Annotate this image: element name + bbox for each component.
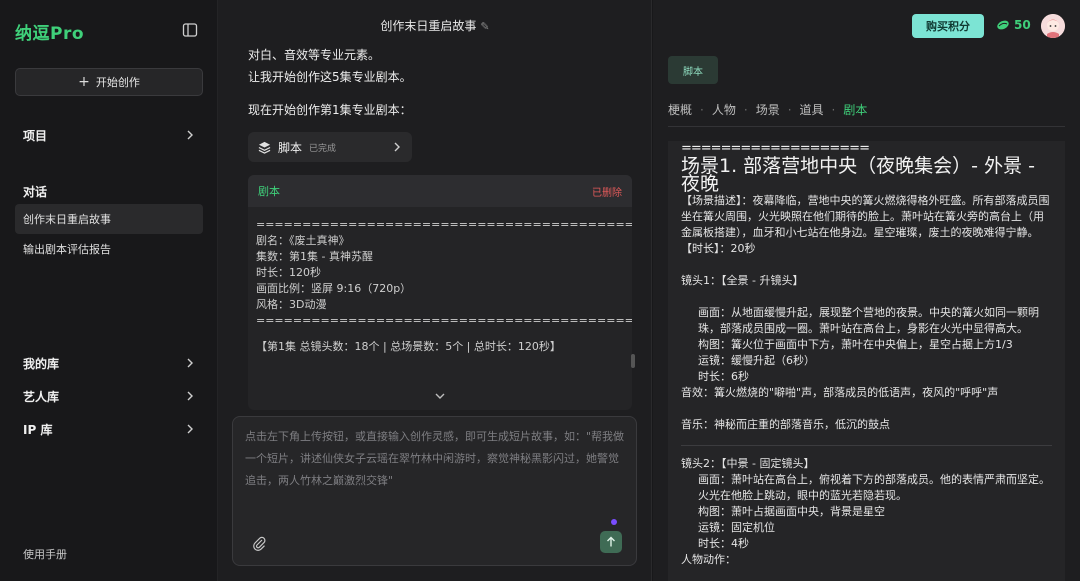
prompt-composer [232, 416, 637, 566]
shot-composition: 构图：萧叶占据画面中央，背景是星空 [698, 505, 885, 518]
conversation-title-text: 创作末日重启故事 [380, 19, 477, 33]
scene-duration: 【时长】：20秒 [681, 242, 756, 255]
shot-divider [681, 445, 1052, 446]
conversations-heading: 对话 [23, 185, 48, 199]
shot-camera-move: 运镜：固定机位 [698, 521, 775, 534]
scene-heading: 场景1. 部落营地中央（夜晚集会）- 外景 - 夜晚 [681, 155, 1035, 195]
script-tabs: 梗概 · 人物 · 场景 · 道具 · 剧本 [668, 101, 867, 118]
chat-panel: 创作末日重启故事 ✎ 对白、音效等专业元素。 让我开始创作这5集专业剧本。 现在开… [218, 0, 652, 581]
tab-separator: · [700, 102, 704, 117]
avatar-image [1041, 14, 1065, 38]
tab-separator: · [787, 102, 792, 117]
nav-artist-library-label: 艺人库 [23, 389, 60, 404]
avatar[interactable] [1041, 14, 1065, 38]
script-card-body: ========================================… [248, 207, 632, 355]
nav-projects-label: 项目 [23, 128, 48, 143]
script-card: 剧本 已删除 =================================… [248, 175, 632, 410]
script-line: 集数：第1集 - 真神苏醒 [256, 250, 373, 263]
nav-artist-library[interactable]: 艺人库 [15, 383, 203, 409]
plus-icon: + [78, 74, 90, 90]
shot-duration: 时长：6秒 [698, 370, 749, 383]
scene-description: 【场景描述】：夜幕降临，营地中央的篝火燃烧得格外旺盛。所有部落成员围坐在篝火周围… [681, 194, 1050, 239]
script-chip-label: 脚本 [278, 140, 303, 155]
nav-projects[interactable]: 项目 [15, 122, 203, 148]
nav-ip-library-label: IP 库 [23, 422, 53, 437]
shot-sound: 音效：篝火燃烧的"噼啪"声，部落成员的低语声，夜风的"呼呼"声 [681, 386, 999, 399]
chevron-right-icon [187, 358, 193, 368]
nav-my-library-label: 我的库 [23, 356, 60, 371]
credits-count: 50 [1014, 18, 1031, 32]
tabs-divider [668, 126, 1065, 127]
expand-chevron-icon[interactable] [434, 390, 446, 402]
script-summary: 【第1集 总镜头数：18个 | 总场景数：5个 | 总时长：120秒】 [256, 340, 561, 353]
edit-icon[interactable]: ✎ [480, 20, 489, 33]
status-dot [611, 519, 617, 525]
script-tag-button[interactable]: 脚本 [668, 56, 718, 84]
new-creation-label: 开始创作 [95, 76, 140, 89]
tab-separator: · [743, 102, 748, 117]
buy-credits-button[interactable]: 购买积分 [912, 14, 984, 38]
shot-music: 音乐：神秘而庄重的部落音乐，低沉的鼓点 [681, 418, 890, 431]
chevron-right-icon [187, 391, 193, 401]
shot-frame: 画面：萧叶站在高台上，俯视着下方的部落成员。他的表情严肃而坚定。火光在他脸上跳动… [698, 473, 1050, 502]
arrow-up-icon [607, 536, 615, 547]
script-line: 风格：3D动漫 [256, 298, 327, 311]
bean-icon [997, 20, 1009, 30]
script-card-title: 剧本 [258, 185, 280, 198]
tab-scenes[interactable]: 场景 [756, 101, 780, 118]
script-line: ========================================… [256, 218, 632, 231]
tab-screenplay[interactable]: 剧本 [843, 101, 867, 118]
script-line: ========================================… [256, 314, 632, 327]
message-text: 让我开始创作这5集专业剧本。 [248, 70, 412, 84]
chevron-right-icon [187, 130, 193, 140]
script-chip-status: 已完成 [309, 143, 337, 154]
message-text: 对白、音效等专业元素。 [248, 48, 381, 62]
script-line: 剧名：《废土真神》 [256, 234, 350, 247]
shot-action: 人物动作： [681, 553, 736, 566]
new-creation-button[interactable]: + 开始创作 [15, 68, 203, 96]
tab-separator: · [831, 102, 836, 117]
chevron-right-icon [394, 142, 400, 152]
send-button[interactable] [600, 531, 622, 553]
script-line: 画面比例：竖屏 9:16（720p） [256, 282, 412, 295]
message-text: 现在开始创作第1集专业剧本： [248, 103, 412, 117]
shot-camera-move: 运镜：缓慢升起（6秒） [698, 354, 815, 367]
paperclip-icon[interactable] [251, 535, 267, 551]
shot-composition: 构图：篝火位于画面中下方，萧叶在中央偏上，星空占据上方1/3 [698, 338, 1013, 351]
conversation-title[interactable]: 创作末日重启故事 ✎ [218, 17, 652, 34]
chevron-right-icon [187, 424, 193, 434]
prompt-input[interactable] [245, 426, 625, 506]
tab-synopsis[interactable]: 梗概 [668, 101, 692, 118]
conversation-item[interactable]: 输出剧本评估报告 [15, 234, 203, 264]
shot-title: 镜头2：【中景 - 固定镜头】 [681, 457, 815, 470]
sidebar: 纳逗Pro + 开始创作 项目 对话 创作末日重启故事 输出剧本评估报告 我的库… [0, 0, 218, 581]
screenplay-document: =================== 场景1. 部落营地中央（夜晚集会）- 外… [668, 141, 1065, 581]
credits-balance: 50 [996, 18, 1031, 32]
chat-scrollbar[interactable] [631, 354, 635, 368]
sidebar-toggle-icon[interactable] [182, 22, 198, 38]
nav-my-library[interactable]: 我的库 [15, 350, 203, 376]
brand-logo: 纳逗Pro [15, 24, 85, 44]
script-card-header: 剧本 已删除 [248, 175, 632, 207]
deleted-badge: 已删除 [592, 187, 622, 199]
doc-rule: =================== [681, 143, 870, 155]
script-panel: 购买积分 50 脚本 梗概 · 人物 · 场景 · 道具 · 剧本 ======… [653, 0, 1080, 581]
layers-icon [258, 141, 271, 154]
user-manual-link[interactable]: 使用手册 [23, 546, 67, 562]
script-chip[interactable]: 脚本 已完成 [248, 132, 412, 162]
shot-title: 镜头1：【全景 - 升镜头】 [681, 274, 804, 287]
nav-ip-library[interactable]: IP 库 [15, 416, 203, 442]
conversation-item[interactable]: 创作末日重启故事 [15, 204, 203, 234]
shot-duration: 时长：4秒 [698, 537, 749, 550]
script-line: 时长：120秒 [256, 266, 321, 279]
tab-characters[interactable]: 人物 [712, 101, 736, 118]
tab-props[interactable]: 道具 [800, 101, 824, 118]
shot-frame: 画面：从地面缓慢升起，展现整个营地的夜景。中央的篝火如同一颗明珠，部落成员围成一… [698, 306, 1039, 335]
